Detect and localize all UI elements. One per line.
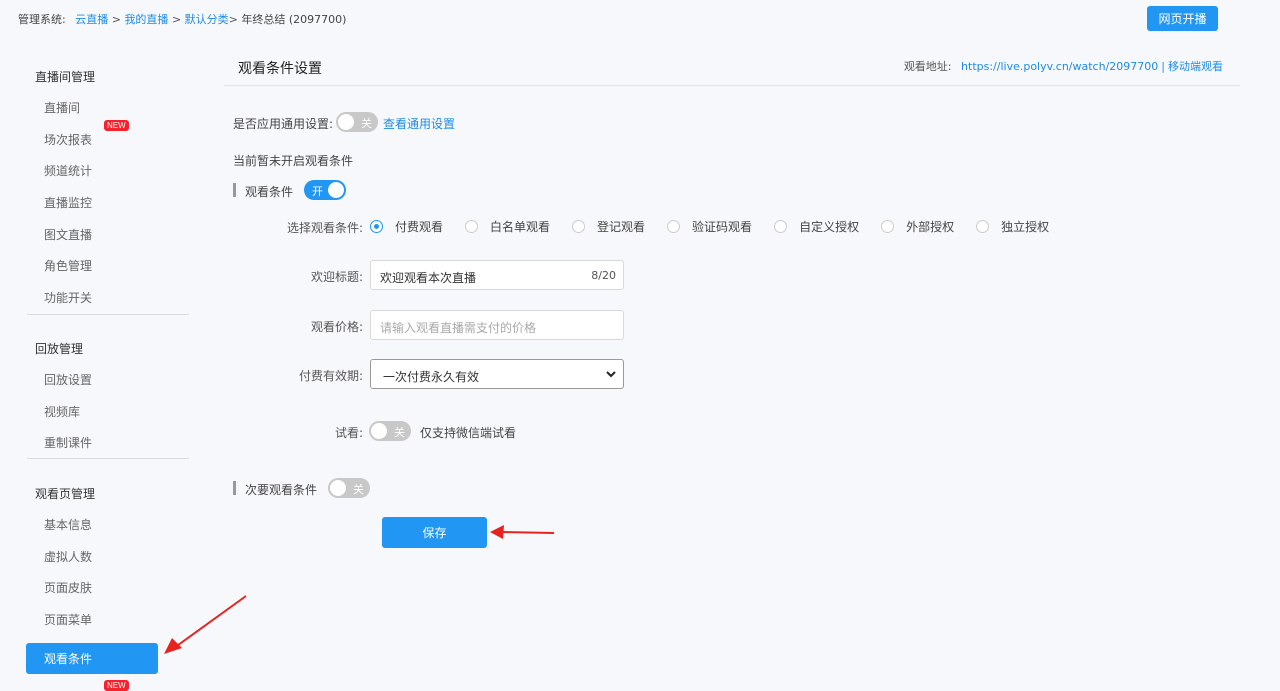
secondary-condition-heading: 次要观看条件 (245, 483, 318, 497)
validity-value: 一次付费永久有效 (383, 370, 480, 384)
breadcrumb-prefix: 管理系统: (18, 13, 66, 26)
toggle-label: 关 (361, 117, 372, 130)
toggle-knob (330, 480, 346, 496)
annotation-arrow-icon (164, 595, 247, 654)
trial-toggle[interactable]: 关 (369, 421, 411, 441)
validity-select[interactable]: 一次付费永久有效 (370, 359, 624, 389)
radio-label: 付费观看 (395, 219, 444, 234)
toggle-label: 关 (394, 426, 405, 439)
sidebar-item-basic-info[interactable]: 基本信息 (44, 516, 92, 533)
toggle-knob (338, 114, 354, 130)
new-badge: NEW (104, 120, 129, 131)
section-marker (233, 481, 236, 495)
select-condition-label: 选择观看条件: (286, 221, 363, 235)
section-marker (233, 183, 236, 197)
mobile-watch-link[interactable]: 移动端观看 (1168, 60, 1223, 73)
sidebar-item-role-management[interactable]: 角色管理 (44, 257, 92, 274)
radio-custom-auth[interactable]: 自定义授权 (774, 218, 859, 235)
radio-label: 验证码观看 (692, 219, 753, 234)
toggle-knob (371, 423, 387, 439)
breadcrumb-separator: > (228, 13, 242, 26)
radio-dot[interactable] (976, 219, 990, 233)
watch-address-label: 观看地址: (903, 60, 952, 73)
radio-independent-auth[interactable]: 独立授权 (976, 218, 1049, 235)
toggle-label: 开 (312, 185, 323, 198)
radio-label: 自定义授权 (799, 219, 860, 234)
sidebar-divider (27, 458, 189, 459)
price-label: 观看价格: (310, 320, 363, 334)
watch-url-link[interactable]: https://live.polyv.cn/watch/2097700 (961, 60, 1158, 73)
watch-condition-heading: 观看条件 (245, 185, 294, 199)
sidebar-item-live-room[interactable]: 直播间 (44, 99, 80, 116)
sidebar-item-watch-condition[interactable]: 观看条件 (26, 643, 158, 674)
radio-label: 独立授权 (1001, 219, 1050, 234)
radio-paid-watch[interactable]: 付费观看 (370, 218, 443, 235)
sidebar-item-playback-settings[interactable]: 回放设置 (44, 371, 92, 388)
condition-radio-group: 付费观看 白名单观看 登记观看 验证码观看 自定义授权 外部授权 独立授权 (370, 217, 1071, 235)
sidebar-group-playback: 回放管理 (35, 342, 84, 356)
top-bar: 管理系统: 云直播 > 我的直播 > 默认分类> 年终总结 (2097700) … (0, 0, 1280, 38)
radio-whitelist-watch[interactable]: 白名单观看 (465, 218, 550, 235)
radio-external-auth[interactable]: 外部授权 (881, 218, 954, 235)
radio-register-watch[interactable]: 登记观看 (572, 218, 645, 235)
new-badge: NEW (104, 680, 129, 691)
sidebar-item-session-report[interactable]: 场次报表 (44, 131, 92, 148)
breadcrumb-current: 年终总结 (2097700) (241, 13, 347, 26)
breadcrumb-item-my-live[interactable]: 我的直播 (124, 13, 168, 26)
sidebar-item-live-monitor[interactable]: 直播监控 (44, 194, 92, 211)
price-placeholder: 请输入观看直播需支付的价格 (380, 321, 537, 335)
sidebar-item-channel-stats[interactable]: 频道统计 (44, 162, 92, 179)
view-common-settings-link[interactable]: 查看通用设置 (383, 115, 455, 132)
save-button[interactable]: 保存 (382, 517, 487, 548)
trial-label: 试看: (334, 426, 363, 440)
char-count: 8/20 (591, 269, 616, 282)
page-title: 观看条件设置 (238, 61, 322, 77)
watch-address: 观看地址: https://live.polyv.cn/watch/209770… (904, 58, 1223, 74)
radio-dot[interactable] (667, 219, 681, 233)
radio-dot[interactable] (572, 219, 586, 233)
header-divider (224, 85, 1240, 86)
sidebar-item-graphic-live[interactable]: 图文直播 (44, 226, 92, 243)
radio-dot[interactable] (370, 219, 383, 233)
breadcrumb-item-cloud-live[interactable]: 云直播 (75, 13, 108, 26)
radio-code-watch[interactable]: 验证码观看 (667, 218, 752, 235)
breadcrumb: 管理系统: 云直播 > 我的直播 > 默认分类> 年终总结 (2097700) (18, 11, 346, 27)
breadcrumb-separator: > (111, 13, 125, 26)
welcome-title-input[interactable]: 欢迎观看本次直播 8/20 (370, 260, 624, 290)
validity-label: 付费有效期: (298, 369, 363, 383)
sidebar-item-feature-switch[interactable]: 功能开关 (44, 289, 92, 306)
sidebar-group-live-room: 直播间管理 (35, 70, 96, 84)
radio-label: 外部授权 (906, 219, 955, 234)
apply-common-toggle[interactable]: 关 (336, 112, 378, 132)
radio-label: 登记观看 (597, 219, 646, 234)
toggle-label: 关 (353, 483, 364, 496)
welcome-title-label: 欢迎标题: (310, 270, 363, 284)
price-input[interactable]: 请输入观看直播需支付的价格 (370, 310, 624, 340)
sidebar-divider (27, 314, 189, 315)
breadcrumb-separator: > (171, 13, 185, 26)
chevron-down-icon (606, 371, 616, 378)
sidebar-item-rebuild-courseware[interactable]: 重制课件 (44, 434, 92, 451)
toggle-knob (328, 182, 344, 198)
radio-dot[interactable] (881, 219, 895, 233)
breadcrumb-item-default-category[interactable]: 默认分类 (185, 13, 229, 26)
sidebar-item-video-library[interactable]: 视频库 (44, 403, 80, 420)
sidebar-item-virtual-viewers[interactable]: 虚拟人数 (44, 548, 92, 565)
trial-note: 仅支持微信端试看 (420, 426, 517, 440)
link-divider: | (1161, 60, 1165, 73)
radio-dot[interactable] (465, 219, 479, 233)
watch-condition-toggle[interactable]: 开 (304, 180, 346, 200)
radio-dot[interactable] (774, 219, 788, 233)
welcome-title-value: 欢迎观看本次直播 (380, 271, 477, 285)
sidebar-item-page-menu[interactable]: 页面菜单 (44, 611, 92, 628)
sidebar-group-watch-page: 观看页管理 (35, 487, 96, 501)
web-live-button[interactable]: 网页开播 (1147, 6, 1218, 31)
sidebar-item-page-skin[interactable]: 页面皮肤 (44, 579, 92, 596)
apply-common-label: 是否应用通用设置: (233, 117, 334, 131)
radio-label: 白名单观看 (490, 219, 551, 234)
annotation-arrow-icon (490, 525, 555, 539)
secondary-condition-toggle[interactable]: 关 (328, 478, 370, 498)
not-enabled-text: 当前暂未开启观看条件 (233, 154, 354, 168)
